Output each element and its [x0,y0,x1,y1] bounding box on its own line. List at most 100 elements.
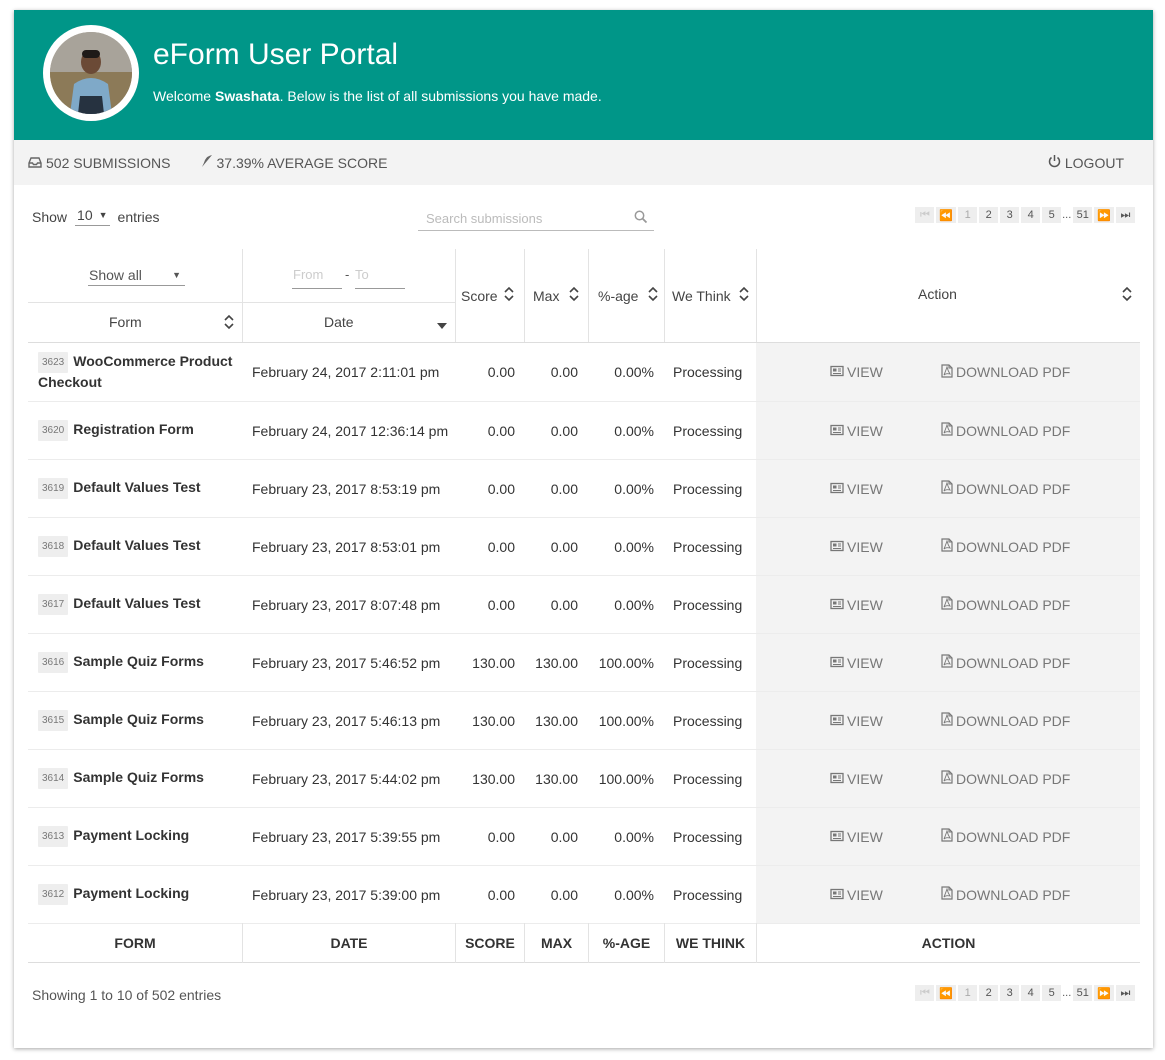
page-button-5[interactable]: 5 [1042,985,1062,1001]
percent-cell: 0.00% [614,886,654,903]
submissions-count: 502 SUBMISSIONS [46,154,171,171]
download-pdf-button[interactable]: DOWNLOAD PDF [941,886,1070,903]
download-label: DOWNLOAD PDF [956,596,1071,613]
portal-container: eForm User Portal Welcome Swashata. Belo… [14,10,1153,1048]
download-pdf-button[interactable]: DOWNLOAD PDF [941,654,1070,671]
first-page-icon[interactable]: ⏮ [915,207,935,223]
view-button[interactable]: VIEW [830,713,883,729]
view-button[interactable]: VIEW [830,597,883,613]
download-label: DOWNLOAD PDF [956,712,1071,729]
view-button[interactable]: VIEW [830,539,883,555]
view-label: VIEW [847,654,883,671]
download-pdf-button[interactable]: DOWNLOAD PDF [941,422,1070,439]
table-row: 3614 Sample Quiz Forms February 23, 2017 … [28,750,1140,808]
page-button-2[interactable]: 2 [979,985,999,1001]
max-header[interactable]: Max [525,249,589,342]
page-button-1[interactable]: 1 [958,207,978,223]
form-filter-value: Show all [89,266,142,283]
max-cell: 130.00 [535,712,578,729]
prev-page-icon[interactable]: ⏪ [936,985,957,1001]
page-button-last[interactable]: 51 [1073,207,1093,223]
download-pdf-button[interactable]: DOWNLOAD PDF [941,363,1070,381]
page-button-3[interactable]: 3 [1000,985,1020,1001]
date-sort-header[interactable]: Date [243,302,455,342]
view-button[interactable]: VIEW [830,887,883,903]
view-button[interactable]: VIEW [830,423,883,439]
percent-cell: 100.00% [598,770,654,787]
view-button[interactable]: VIEW [830,771,883,787]
entries-label: entries [117,208,160,225]
date-to-input[interactable]: To [355,267,405,289]
view-cell: VIEW [830,518,883,575]
submission-id: 3614 [38,768,69,789]
newspaper-icon [830,481,847,497]
download-cell: DOWNLOAD PDF [941,634,1070,691]
footer-score: SCORE [456,923,525,963]
submission-id: 3615 [38,710,69,731]
last-page-icon[interactable]: ⏭ [1116,207,1135,223]
search-input[interactable]: Search submissions [418,207,654,231]
percent-header-label: %-age [598,287,639,304]
sort-icon [504,286,514,305]
pdf-file-icon [941,422,956,439]
score-header[interactable]: Score [456,249,525,342]
form-cell: 3613 Payment Locking [28,808,242,865]
next-page-icon[interactable]: ⏩ [1094,985,1114,1001]
percent-cell: 100.00% [598,654,654,671]
sort-icon [1122,286,1132,305]
action-header[interactable]: Action [757,249,1140,342]
caret-down-icon: ▼ [98,210,108,220]
download-pdf-button[interactable]: DOWNLOAD PDF [941,770,1070,787]
newspaper-icon [830,539,847,555]
form-name: Payment Locking [73,827,190,843]
download-pdf-button[interactable]: DOWNLOAD PDF [941,538,1070,555]
download-pdf-button[interactable]: DOWNLOAD PDF [941,712,1070,729]
view-label: VIEW [847,712,883,729]
form-name: Default Values Test [73,595,201,611]
newspaper-icon [830,887,847,903]
last-page-icon[interactable]: ⏭ [1116,985,1135,1001]
view-button[interactable]: VIEW [830,481,883,497]
page-button-5[interactable]: 5 [1042,207,1062,223]
percent-header[interactable]: %-age [589,249,665,342]
caret-down-icon: ▼ [172,269,181,280]
pdf-file-icon [941,828,956,845]
view-button[interactable]: VIEW [830,364,883,380]
download-pdf-button[interactable]: DOWNLOAD PDF [941,596,1070,613]
date-cell: February 24, 2017 2:11:01 pm [252,364,440,380]
page-button-4[interactable]: 4 [1021,985,1041,1001]
prev-page-icon[interactable]: ⏪ [936,207,957,223]
submission-id: 3620 [38,420,69,441]
percent-cell: 0.00% [614,364,654,380]
first-page-icon[interactable]: ⏮ [915,985,935,1001]
form-filter-select[interactable]: Show all ▼ [88,266,185,286]
form-sort-header[interactable]: Form [28,302,242,342]
page-button-last[interactable]: 51 [1073,985,1093,1001]
page-button-4[interactable]: 4 [1021,207,1041,223]
percent-cell: 0.00% [614,828,654,845]
date-from-input[interactable]: From [292,267,342,289]
score-cell: 0.00 [487,596,515,613]
download-pdf-button[interactable]: DOWNLOAD PDF [941,480,1070,497]
view-cell: VIEW [830,576,883,633]
page-button-1[interactable]: 1 [958,985,978,1001]
page-button-3[interactable]: 3 [1000,207,1020,223]
score-header-label: Score [461,287,498,304]
form-name: Default Values Test [73,537,201,553]
average-score: 37.39% AVERAGE SCORE [216,154,388,171]
view-button[interactable]: VIEW [830,829,883,845]
next-page-icon[interactable]: ⏩ [1094,207,1114,223]
page-length-select[interactable]: 10 ▼ [75,207,110,226]
max-header-label: Max [533,287,560,304]
newspaper-icon [830,597,847,613]
logout-button[interactable]: LOGOUT [1048,140,1124,185]
submission-id: 3618 [38,536,69,557]
download-label: DOWNLOAD PDF [956,480,1071,497]
view-button[interactable]: VIEW [830,655,883,671]
form-cell: 3617 Default Values Test [28,576,242,633]
page-button-2[interactable]: 2 [979,207,999,223]
download-pdf-button[interactable]: DOWNLOAD PDF [941,828,1070,845]
download-label: DOWNLOAD PDF [956,886,1071,903]
we-think-header[interactable]: We Think [665,249,757,342]
percent-cell: 0.00% [614,480,654,497]
